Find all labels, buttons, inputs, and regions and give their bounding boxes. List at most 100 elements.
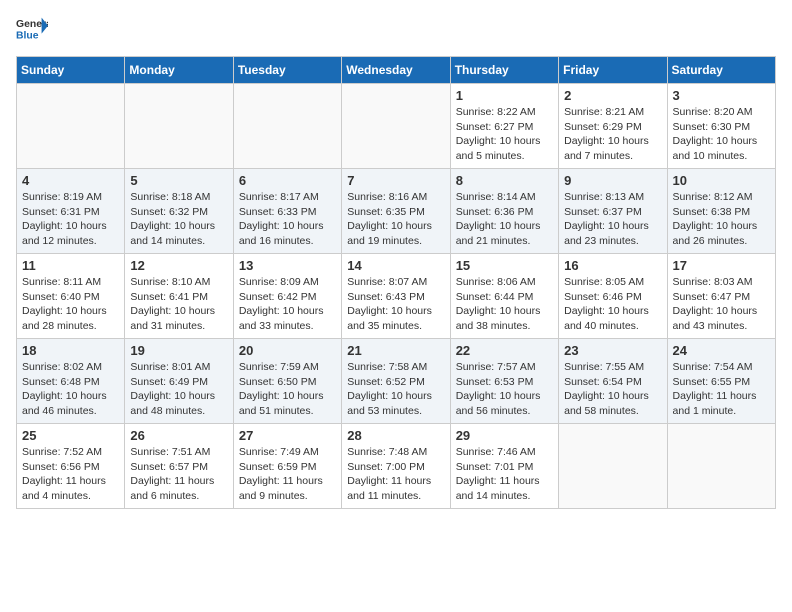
calendar-cell: 13Sunrise: 8:09 AMSunset: 6:42 PMDayligh… [233,254,341,339]
day-info: Sunrise: 7:57 AMSunset: 6:53 PMDaylight:… [456,360,553,419]
day-info: Sunrise: 8:06 AMSunset: 6:44 PMDaylight:… [456,275,553,334]
day-info: Sunrise: 8:07 AMSunset: 6:43 PMDaylight:… [347,275,444,334]
day-number: 28 [347,428,444,443]
day-info: Sunrise: 8:02 AMSunset: 6:48 PMDaylight:… [22,360,119,419]
weekday-header-tuesday: Tuesday [233,57,341,84]
day-info: Sunrise: 8:13 AMSunset: 6:37 PMDaylight:… [564,190,661,249]
day-number: 23 [564,343,661,358]
day-info: Sunrise: 7:52 AMSunset: 6:56 PMDaylight:… [22,445,119,504]
calendar-cell: 27 Sunrise: 7:49 AMSunset: 6:59 PMDayligh… [233,424,341,509]
day-number: 8 [456,173,553,188]
weekday-header-friday: Friday [559,57,667,84]
calendar-week-row: 25 Sunrise: 7:52 AMSunset: 6:56 PMDayligh… [17,424,776,509]
day-number: 6 [239,173,336,188]
day-info: Sunrise: 8:03 AMSunset: 6:47 PMDaylight:… [673,275,770,334]
calendar-cell: 28 Sunrise: 7:48 AMSunset: 7:00 PMDayligh… [342,424,450,509]
calendar-header-row: SundayMondayTuesdayWednesdayThursdayFrid… [17,57,776,84]
calendar-cell: 29Sunrise: 7:46 AMSunset: 7:01 PMDayligh… [450,424,558,509]
calendar-cell: 12 Sunrise: 8:10 AMSunset: 6:41 PMDayligh… [125,254,233,339]
day-number: 12 [130,258,227,273]
weekday-header-thursday: Thursday [450,57,558,84]
calendar-cell: 24 Sunrise: 7:54 AMSunset: 6:55 PMDayligh… [667,339,775,424]
day-number: 2 [564,88,661,103]
calendar-cell: 2Sunrise: 8:21 AMSunset: 6:29 PMDaylight… [559,84,667,169]
calendar-cell: 14 Sunrise: 8:07 AMSunset: 6:43 PMDayligh… [342,254,450,339]
day-number: 3 [673,88,770,103]
day-number: 13 [239,258,336,273]
day-number: 25 [22,428,119,443]
calendar-table: SundayMondayTuesdayWednesdayThursdayFrid… [16,56,776,509]
weekday-header-wednesday: Wednesday [342,57,450,84]
day-info: Sunrise: 8:05 AMSunset: 6:46 PMDaylight:… [564,275,661,334]
calendar-week-row: 1 Sunrise: 8:22 AMSunset: 6:27 PMDaylight… [17,84,776,169]
day-number: 9 [564,173,661,188]
calendar-cell [17,84,125,169]
day-info: Sunrise: 8:16 AMSunset: 6:35 PMDaylight:… [347,190,444,249]
logo-icon: General Blue [16,16,48,44]
calendar-cell [559,424,667,509]
calendar-week-row: 18 Sunrise: 8:02 AMSunset: 6:48 PMDayligh… [17,339,776,424]
day-number: 19 [130,343,227,358]
calendar-cell [667,424,775,509]
calendar-cell: 8 Sunrise: 8:14 AMSunset: 6:36 PMDaylight… [450,169,558,254]
day-number: 21 [347,343,444,358]
calendar-cell: 20 Sunrise: 7:59 AMSunset: 6:50 PMDayligh… [233,339,341,424]
calendar-cell: 15Sunrise: 8:06 AMSunset: 6:44 PMDayligh… [450,254,558,339]
calendar-cell: 11Sunrise: 8:11 AMSunset: 6:40 PMDayligh… [17,254,125,339]
calendar-week-row: 11Sunrise: 8:11 AMSunset: 6:40 PMDayligh… [17,254,776,339]
day-number: 26 [130,428,227,443]
day-info: Sunrise: 8:22 AMSunset: 6:27 PMDaylight:… [456,105,553,164]
calendar-cell: 26 Sunrise: 7:51 AMSunset: 6:57 PMDayligh… [125,424,233,509]
calendar-cell: 21Sunrise: 7:58 AMSunset: 6:52 PMDayligh… [342,339,450,424]
day-number: 1 [456,88,553,103]
weekday-header-saturday: Saturday [667,57,775,84]
day-info: Sunrise: 8:19 AMSunset: 6:31 PMDaylight:… [22,190,119,249]
calendar-cell [342,84,450,169]
day-number: 20 [239,343,336,358]
weekday-header-sunday: Sunday [17,57,125,84]
calendar-cell: 23 Sunrise: 7:55 AMSunset: 6:54 PMDayligh… [559,339,667,424]
calendar-cell [233,84,341,169]
calendar-cell: 19 Sunrise: 8:01 AMSunset: 6:49 PMDayligh… [125,339,233,424]
calendar-cell: 7 Sunrise: 8:16 AMSunset: 6:35 PMDaylight… [342,169,450,254]
day-number: 16 [564,258,661,273]
calendar-cell: 18 Sunrise: 8:02 AMSunset: 6:48 PMDayligh… [17,339,125,424]
day-number: 5 [130,173,227,188]
day-number: 27 [239,428,336,443]
day-number: 29 [456,428,553,443]
day-info: Sunrise: 8:20 AMSunset: 6:30 PMDaylight:… [673,105,770,164]
day-number: 7 [347,173,444,188]
day-info: Sunrise: 8:01 AMSunset: 6:49 PMDaylight:… [130,360,227,419]
calendar-cell: 4 Sunrise: 8:19 AMSunset: 6:31 PMDaylight… [17,169,125,254]
calendar-week-row: 4 Sunrise: 8:19 AMSunset: 6:31 PMDaylight… [17,169,776,254]
day-number: 14 [347,258,444,273]
calendar-cell: 5Sunrise: 8:18 AMSunset: 6:32 PMDaylight… [125,169,233,254]
day-number: 10 [673,173,770,188]
calendar-cell: 16 Sunrise: 8:05 AMSunset: 6:46 PMDayligh… [559,254,667,339]
calendar-cell: 9 Sunrise: 8:13 AMSunset: 6:37 PMDaylight… [559,169,667,254]
calendar-cell: 10 Sunrise: 8:12 AMSunset: 6:38 PMDayligh… [667,169,775,254]
logo: General Blue [16,16,52,44]
page-header: General Blue [16,16,776,44]
day-number: 22 [456,343,553,358]
day-number: 18 [22,343,119,358]
day-info: Sunrise: 7:51 AMSunset: 6:57 PMDaylight:… [130,445,227,504]
day-info: Sunrise: 7:48 AMSunset: 7:00 PMDaylight:… [347,445,444,504]
day-info: Sunrise: 7:54 AMSunset: 6:55 PMDaylight:… [673,360,770,419]
day-info: Sunrise: 7:49 AMSunset: 6:59 PMDaylight:… [239,445,336,504]
day-info: Sunrise: 8:12 AMSunset: 6:38 PMDaylight:… [673,190,770,249]
calendar-cell: 17 Sunrise: 8:03 AMSunset: 6:47 PMDayligh… [667,254,775,339]
day-number: 17 [673,258,770,273]
day-info: Sunrise: 8:11 AMSunset: 6:40 PMDaylight:… [22,275,119,334]
calendar-cell: 3 Sunrise: 8:20 AMSunset: 6:30 PMDaylight… [667,84,775,169]
day-info: Sunrise: 8:14 AMSunset: 6:36 PMDaylight:… [456,190,553,249]
calendar-cell [125,84,233,169]
calendar-cell: 22 Sunrise: 7:57 AMSunset: 6:53 PMDayligh… [450,339,558,424]
calendar-cell: 1 Sunrise: 8:22 AMSunset: 6:27 PMDaylight… [450,84,558,169]
day-number: 24 [673,343,770,358]
day-info: Sunrise: 8:10 AMSunset: 6:41 PMDaylight:… [130,275,227,334]
day-info: Sunrise: 7:55 AMSunset: 6:54 PMDaylight:… [564,360,661,419]
day-number: 4 [22,173,119,188]
day-info: Sunrise: 7:59 AMSunset: 6:50 PMDaylight:… [239,360,336,419]
weekday-header-monday: Monday [125,57,233,84]
